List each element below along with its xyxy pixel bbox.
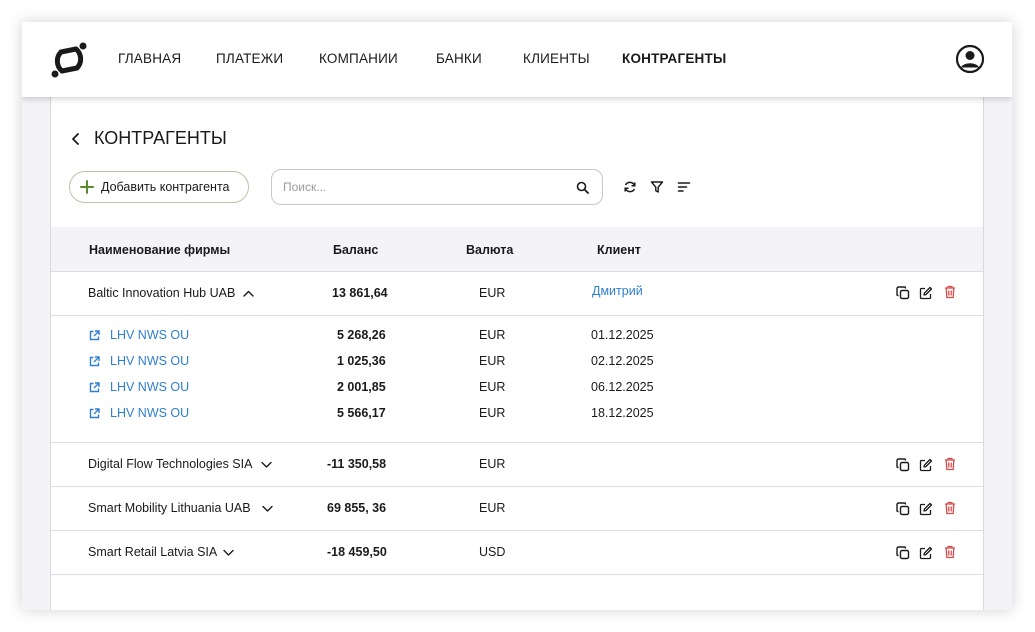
currency-value: EUR [479,501,506,515]
app-frame: ГЛАВНАЯ ПЛАТЕЖИ КОМПАНИИ БАНКИ КЛИЕНТЫ К… [22,22,1012,610]
edit-icon[interactable] [919,502,933,516]
header-balance[interactable]: Баланс [333,243,378,257]
external-link-icon[interactable] [89,356,100,367]
nav-item-home[interactable]: ГЛАВНАЯ [118,51,181,66]
company-name: Smart Mobility Lithuania UAB [88,501,251,515]
edit-icon[interactable] [919,286,933,300]
balance-value: -11 350,58 [327,457,387,471]
nav-item-companies[interactable]: КОМПАНИИ [319,51,398,66]
date-value: 06.12.2025 [591,380,654,394]
client-link[interactable]: Дмитрий [592,284,643,298]
list-item[interactable]: LHV NWS OU 5 566,17 EUR 18.12.2025 [51,401,983,427]
header-currency[interactable]: Валюта [466,243,513,257]
nav-item-payments[interactable]: ПЛАТЕЖИ [216,51,283,66]
counterparty-link[interactable]: LHV NWS OU [110,354,189,368]
chevron-left-icon[interactable] [69,131,83,147]
trash-icon[interactable] [943,501,957,515]
balance-value: 2 001,85 [337,380,386,394]
edit-icon[interactable] [919,546,933,560]
filter-icon[interactable] [650,180,664,194]
counterparty-link[interactable]: LHV NWS OU [110,380,189,394]
copy-icon[interactable] [896,502,910,516]
external-link-icon[interactable] [89,408,100,419]
top-navbar: ГЛАВНАЯ ПЛАТЕЖИ КОМПАНИИ БАНКИ КЛИЕНТЫ К… [22,22,1012,97]
date-value: 02.12.2025 [591,354,654,368]
currency-value: USD [479,545,506,559]
nav-item-clients[interactable]: КЛИЕНТЫ [523,51,590,66]
balance-value: 13 861,64 [332,286,388,300]
search-box [271,169,603,205]
brand-logo[interactable] [48,40,90,80]
external-link-icon[interactable] [89,382,100,393]
search-icon[interactable] [576,181,589,194]
refresh-icon[interactable] [623,180,637,194]
copy-icon[interactable] [896,458,910,472]
list-item[interactable]: LHV NWS OU 5 268,26 EUR 01.12.2025 [51,323,983,349]
balance-value: 5 268,26 [337,328,386,342]
trash-icon[interactable] [943,545,957,559]
sort-icon[interactable] [677,180,691,194]
copy-icon[interactable] [896,546,910,560]
trash-icon[interactable] [943,285,957,299]
header-company-name[interactable]: Наименование фирмы [89,243,230,257]
expanded-details: LHV NWS OU 5 268,26 EUR 01.12.2025 LHV N… [51,316,983,443]
trash-icon[interactable] [943,457,957,471]
chevron-down-icon[interactable] [262,505,273,512]
nav-item-banks[interactable]: БАНКИ [436,51,482,66]
table-row[interactable]: Baltic Innovation Hub UAB 13 861,64 EUR … [51,272,983,316]
table-row[interactable]: Smart Mobility Lithuania UAB 69 855, 36 … [51,487,983,531]
list-item[interactable]: LHV NWS OU 2 001,85 EUR 06.12.2025 [51,375,983,401]
currency-value: EUR [479,380,506,394]
table-row[interactable]: Digital Flow Technologies SIA -11 350,58… [51,443,983,487]
content-panel: КОНТРАГЕНТЫ Добавить контрагента Поиск..… [50,97,984,610]
date-value: 18.12.2025 [591,406,654,420]
add-counterparty-button[interactable]: Добавить контрагента [69,171,249,203]
balance-value: -18 459,50 [327,545,387,559]
external-link-icon[interactable] [89,330,100,341]
plus-icon [80,180,94,194]
counterparty-link[interactable]: LHV NWS OU [110,406,189,420]
currency-value: EUR [479,354,506,368]
chevron-down-icon[interactable] [223,549,234,556]
copy-icon[interactable] [896,286,910,300]
table-row[interactable]: Smart Retail Latvia SIA -18 459,50 USD [51,531,983,575]
currency-value: EUR [479,286,506,300]
currency-value: EUR [479,328,506,342]
balance-value: 1 025,36 [337,354,386,368]
counterparty-link[interactable]: LHV NWS OU [110,328,189,342]
currency-value: EUR [479,457,506,471]
search-input[interactable] [283,179,563,195]
balance-value: 5 566,17 [337,406,386,420]
company-name: Digital Flow Technologies SIA [88,457,253,471]
page-title: КОНТРАГЕНТЫ [94,128,227,148]
date-value: 01.12.2025 [591,328,654,342]
balance-value: 69 855, 36 [327,501,387,515]
currency-value: EUR [479,406,506,420]
user-circle-icon[interactable] [955,44,985,74]
company-name: Baltic Innovation Hub UAB [88,286,236,300]
company-name: Smart Retail Latvia SIA [88,545,218,559]
list-item[interactable]: LHV NWS OU 1 025,36 EUR 02.12.2025 [51,349,983,375]
nav-item-counterparties[interactable]: КОНТРАГЕНТЫ [622,51,726,66]
table-header: Наименование фирмы Баланс Валюта Клиент [51,227,983,272]
chevron-down-icon[interactable] [261,461,272,468]
chevron-up-icon[interactable] [243,290,254,297]
add-counterparty-label: Добавить контрагента [101,180,230,194]
header-client[interactable]: Клиент [597,243,641,257]
edit-icon[interactable] [919,458,933,472]
